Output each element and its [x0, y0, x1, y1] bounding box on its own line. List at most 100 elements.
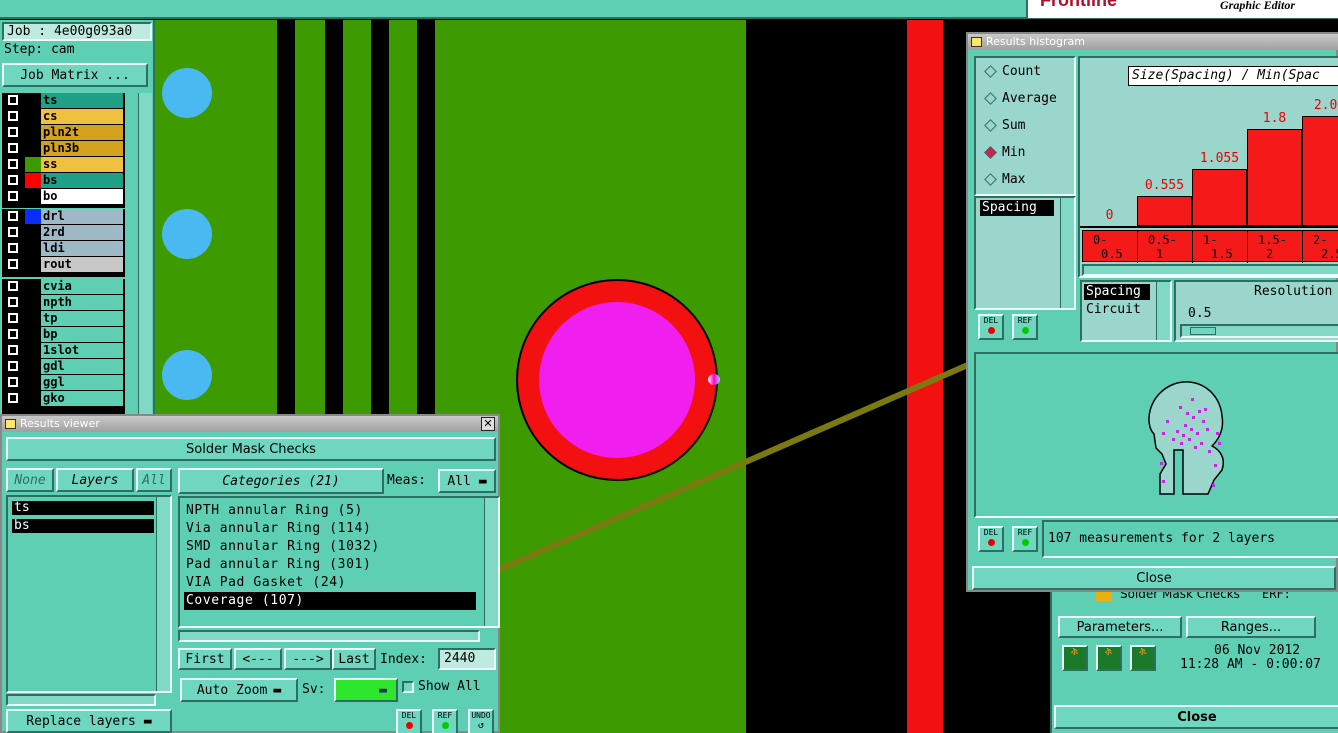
layers-button[interactable]: Layers [56, 468, 134, 492]
histogram-bar[interactable] [1247, 129, 1302, 226]
layer-checkbox[interactable] [8, 127, 18, 137]
layer-row-pln2t[interactable]: pln2t [3, 125, 123, 140]
auto-zoom-menu[interactable]: Auto Zoom ▬ [180, 678, 298, 702]
histogram-bar[interactable] [1192, 169, 1247, 226]
meas-select[interactable]: All ▬ [438, 469, 496, 493]
layer-row-rout[interactable]: rout [3, 257, 123, 272]
histogram-titlebar[interactable]: Results histogram [968, 34, 1338, 50]
show-all-checkbox[interactable] [402, 681, 414, 693]
categories-button[interactable]: Categories (21) [178, 468, 384, 494]
category-list-scrollbar[interactable] [484, 498, 498, 626]
slider-handle[interactable] [1190, 327, 1216, 335]
layer-checkbox[interactable] [8, 361, 18, 371]
layer-checkbox[interactable] [8, 211, 18, 221]
layer-row-ts[interactable]: ts [3, 93, 123, 108]
layer-row-npth[interactable]: npth [3, 295, 123, 310]
layer-row-gko[interactable]: gko [3, 391, 123, 406]
layer-checkbox[interactable] [8, 143, 18, 153]
layer-row-gdl[interactable]: gdl [3, 359, 123, 374]
run-icon[interactable]: ⛹ [1062, 645, 1088, 671]
layer-row-pln3b[interactable]: pln3b [3, 141, 123, 156]
ranges-button[interactable]: Ranges... [1186, 616, 1316, 638]
layer-checkbox[interactable] [8, 313, 18, 323]
category-item[interactable]: Pad annular Ring (301) [184, 556, 476, 574]
resolution-slider[interactable] [1180, 324, 1338, 338]
chart-hscroll[interactable] [1082, 264, 1338, 276]
prev-button[interactable]: <--- [234, 648, 282, 670]
mode-min-radio[interactable]: Min [982, 141, 1074, 165]
layer-row-cvia[interactable]: cvia [3, 279, 123, 294]
sel-list-item[interactable]: Spacing [1084, 284, 1150, 300]
layer-checkbox[interactable] [8, 345, 18, 355]
layer-checkbox[interactable] [8, 95, 18, 105]
layer-checkbox[interactable] [8, 111, 18, 121]
histogram-ref-button[interactable]: REF [1012, 314, 1038, 340]
category-item[interactable]: VIA Pad Gasket (24) [184, 574, 476, 592]
layer-row-2rd[interactable]: 2rd [3, 225, 123, 240]
layer-row-tp[interactable]: tp [3, 311, 123, 326]
layer-list-scrollbar[interactable] [156, 497, 170, 691]
preview-del-button[interactable]: DEL [978, 526, 1004, 552]
layer-checkbox[interactable] [8, 281, 18, 291]
del-button[interactable]: DEL [396, 709, 422, 733]
measure-list-scrollbar[interactable] [1060, 198, 1074, 308]
category-item[interactable]: Via annular Ring (114) [184, 520, 476, 538]
mode-sum-radio[interactable]: Sum [982, 114, 1074, 138]
layer-checkbox[interactable] [8, 227, 18, 237]
index-input[interactable]: 2440 [438, 648, 496, 670]
mode-count-radio[interactable]: Count [982, 60, 1074, 84]
ref-button[interactable]: REF [432, 709, 458, 733]
layer-row-bo[interactable]: bo [3, 189, 123, 204]
category-item[interactable]: SMD annular Ring (1032) [184, 538, 476, 556]
layer-row-ldi[interactable]: ldi [3, 241, 123, 256]
layer-list-item[interactable]: ts [12, 501, 154, 515]
layer-checkbox[interactable] [8, 175, 18, 185]
layer-checkbox[interactable] [8, 191, 18, 201]
layer-list-scrollbar[interactable] [138, 93, 152, 420]
layer-checkbox[interactable] [8, 259, 18, 269]
mode-max-radio[interactable]: Max [982, 168, 1074, 192]
histogram-del-button[interactable]: DEL [978, 314, 1004, 340]
close-icon[interactable]: ✕ [481, 417, 495, 431]
run-icon[interactable]: ⛹ [1130, 645, 1156, 671]
category-item-selected[interactable]: Coverage (107) [184, 592, 476, 610]
none-button[interactable]: None [6, 468, 54, 492]
category-item[interactable]: NPTH annular Ring (5) [184, 502, 476, 520]
layer-row-ggl[interactable]: ggl [3, 375, 123, 390]
layer-row-bs[interactable]: bs [3, 173, 123, 188]
layer-checkbox[interactable] [8, 159, 18, 169]
undo-button[interactable]: UNDO ↺ [468, 709, 494, 733]
back-close-button[interactable]: Close [1054, 705, 1338, 729]
mode-average-radio[interactable]: Average [982, 87, 1074, 111]
layer-row-cs[interactable]: cs [3, 109, 123, 124]
category-hscroll[interactable] [178, 630, 480, 642]
replace-layers-menu[interactable]: Replace layers ▬ [6, 709, 172, 733]
preview-ref-button[interactable]: REF [1012, 526, 1038, 552]
layer-list-item[interactable]: bs [12, 519, 154, 533]
layer-row-ss[interactable]: ss [3, 157, 123, 172]
first-button[interactable]: First [178, 648, 232, 670]
layer-row-drl[interactable]: drl [3, 209, 123, 224]
job-matrix-button[interactable]: Job Matrix ... [2, 63, 148, 87]
sel-list-scrollbar[interactable] [1156, 282, 1170, 340]
measure-list-item[interactable]: Spacing [980, 200, 1054, 216]
last-button[interactable]: Last [332, 648, 376, 670]
sv-select[interactable]: ▬ [334, 678, 398, 702]
histogram-bar[interactable] [1302, 116, 1338, 226]
run-icon[interactable]: ⛹ [1096, 645, 1122, 671]
layer-row-1slot[interactable]: 1slot [3, 343, 123, 358]
histogram-close-button[interactable]: Close [972, 566, 1336, 590]
parameters-button[interactable]: Parameters... [1058, 616, 1182, 638]
next-button[interactable]: ---> [284, 648, 332, 670]
layer-checkbox[interactable] [8, 377, 18, 387]
layer-checkbox[interactable] [8, 393, 18, 403]
results-viewer-titlebar[interactable]: Results viewer ✕ [2, 416, 498, 432]
layer-row-bp[interactable]: bp [3, 327, 123, 342]
layer-list-hscroll[interactable] [6, 694, 156, 706]
layer-checkbox[interactable] [8, 329, 18, 339]
layer-checkbox[interactable] [8, 297, 18, 307]
all-layers-button[interactable]: All [136, 468, 172, 492]
sel-list-item[interactable]: Circuit [1084, 302, 1150, 318]
histogram-bar[interactable] [1137, 196, 1192, 226]
layer-checkbox[interactable] [8, 243, 18, 253]
